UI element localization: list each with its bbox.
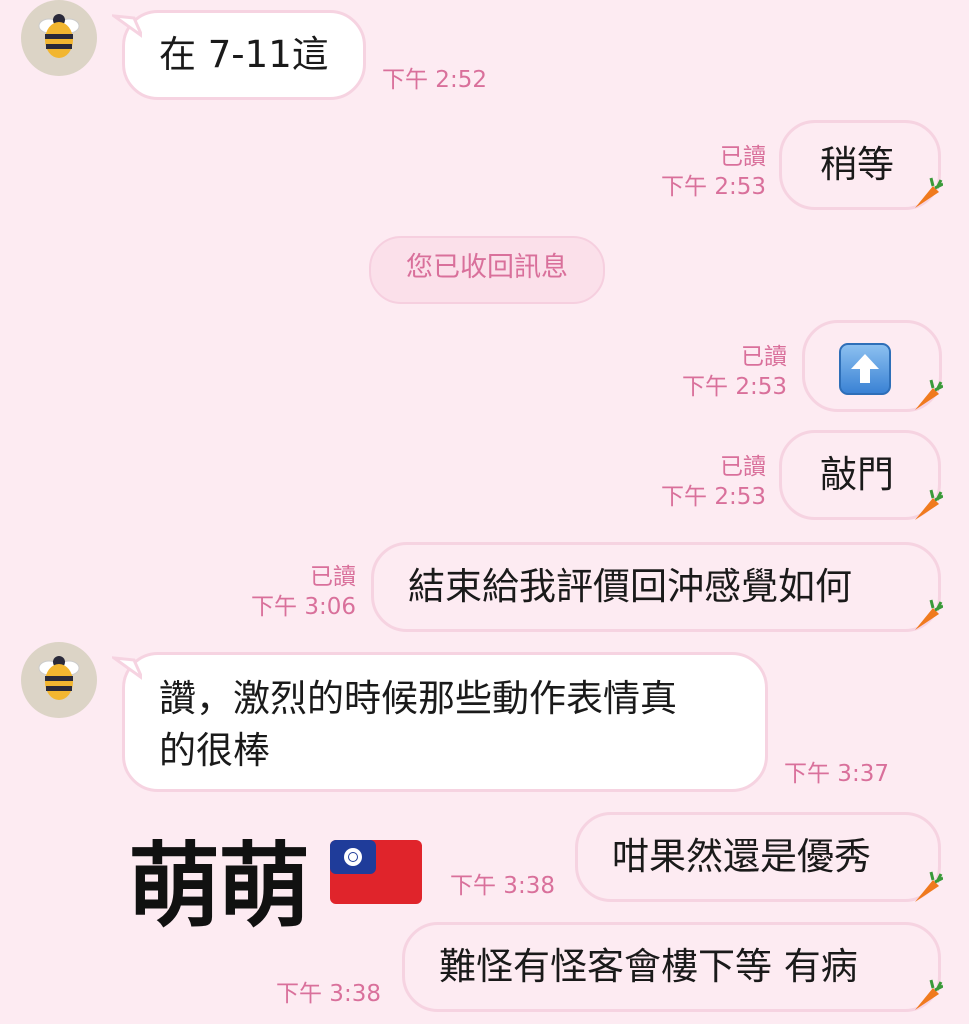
message-meta: 已讀 下午 2:53 [661, 452, 766, 512]
message-bubble-outgoing[interactable]: 難怪有怪客會樓下等 有病 [402, 922, 941, 1012]
bee-icon [38, 14, 80, 58]
carrot-icon [915, 489, 943, 520]
message-time: 下午 3:06 [251, 594, 356, 620]
overlay-text: 萌萌 [128, 833, 310, 940]
bubble-tail [112, 656, 142, 680]
carrot-icon [915, 871, 943, 902]
system-message-recalled: 您已收回訊息 [369, 236, 605, 304]
message-time: 下午 2:53 [661, 174, 766, 200]
message-meta: 已讀 下午 3:06 [251, 562, 356, 622]
contact-avatar[interactable] [21, 0, 97, 76]
message-meta: 已讀 下午 2:53 [661, 142, 766, 202]
message-text: 咁果然還是優秀 [612, 835, 871, 878]
read-receipt: 已讀 [720, 144, 766, 170]
contact-avatar[interactable] [21, 642, 97, 718]
carrot-icon [915, 599, 943, 630]
message-meta: 已讀 下午 2:53 [682, 342, 787, 402]
bee-icon [38, 656, 80, 700]
message-time: 下午 2:52 [382, 67, 487, 93]
read-receipt: 已讀 [720, 454, 766, 480]
read-receipt: 已讀 [741, 344, 787, 370]
message-time: 下午 3:38 [450, 873, 555, 899]
message-time: 下午 3:38 [276, 981, 381, 1007]
message-bubble-incoming[interactable]: 在 7-11這 [122, 10, 366, 100]
up-arrow-button-icon [839, 343, 891, 395]
message-text: 稍等 [820, 143, 894, 186]
message-bubble-outgoing[interactable]: 結束給我評價回沖感覺如何 [371, 542, 941, 632]
message-time: 下午 2:53 [682, 374, 787, 400]
carrot-icon [915, 979, 943, 1010]
message-bubble-incoming[interactable]: 結束給我評價回沖感覺如何 讚，激烈的時候那些動作表情真 的很棒 [122, 652, 768, 792]
message-time: 下午 3:37 [784, 761, 889, 787]
message-text: 在 7-11這 [159, 33, 329, 76]
bubble-tail [112, 14, 142, 38]
message-text: 難怪有怪客會樓下等 有病 [439, 945, 858, 988]
read-receipt: 已讀 [310, 564, 356, 590]
message-text-line: 的很棒 [159, 729, 270, 772]
carrot-icon [915, 177, 943, 208]
message-text: 結束給我評價回沖感覺如何 [408, 565, 852, 608]
taiwan-flag-icon [330, 840, 422, 904]
message-bubble-outgoing[interactable]: 咁果然還是優秀 [575, 812, 941, 902]
carrot-icon [915, 379, 943, 410]
message-text-line: 讚，激烈的時候那些動作表情真 [159, 677, 677, 720]
message-time: 下午 2:53 [661, 484, 766, 510]
message-text: 敲門 [820, 453, 894, 496]
